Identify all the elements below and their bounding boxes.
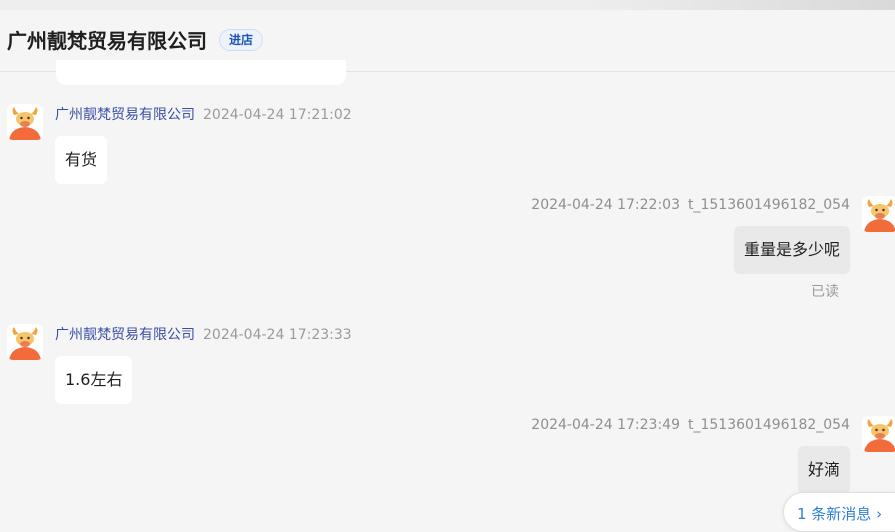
bull-avatar-icon[interactable]: [7, 104, 43, 140]
sender-id: t_1513601496182_054: [687, 417, 850, 433]
sender-name: 广州靓梵贸易有限公司: [55, 327, 195, 343]
enter-shop-button[interactable]: 进店: [219, 29, 264, 51]
message-time: 2024-04-24 17:23:33: [203, 327, 352, 343]
sender-id: t_1513601496182_054: [687, 197, 850, 213]
message-time: 2024-04-24 17:22:03: [531, 197, 680, 213]
message-time: 2024-04-24 17:21:02: [203, 107, 352, 123]
new-message-button[interactable]: 1 条新消息 ›: [783, 492, 895, 532]
bull-avatar-icon[interactable]: [862, 196, 895, 232]
message-bubble-outgoing: 好滴: [797, 446, 850, 494]
shop-title: 广州靓梵贸易有限公司: [7, 29, 207, 53]
message-bubble-incoming: 1.6左右: [55, 356, 133, 404]
previous-message-bubble: [56, 60, 346, 85]
message-meta: 2024-04-24 17:22:03 t_1513601496182_054: [531, 196, 850, 214]
message-meta: 广州靓梵贸易有限公司 2024-04-24 17:21:02: [55, 106, 352, 124]
message-meta: 2024-04-24 17:23:49 t_1513601496182_054: [531, 416, 850, 434]
sender-name: 广州靓梵贸易有限公司: [55, 107, 195, 123]
window-top-strip: [0, 0, 895, 10]
bull-avatar-icon[interactable]: [862, 416, 895, 452]
read-status: 已读: [811, 284, 839, 300]
message-bubble-incoming: 有货: [55, 136, 108, 184]
bull-avatar-icon[interactable]: [7, 324, 43, 360]
message-meta: 广州靓梵贸易有限公司 2024-04-24 17:23:33: [55, 326, 352, 344]
message-bubble-outgoing: 重量是多少呢: [733, 226, 850, 274]
message-time: 2024-04-24 17:23:49: [531, 417, 680, 433]
